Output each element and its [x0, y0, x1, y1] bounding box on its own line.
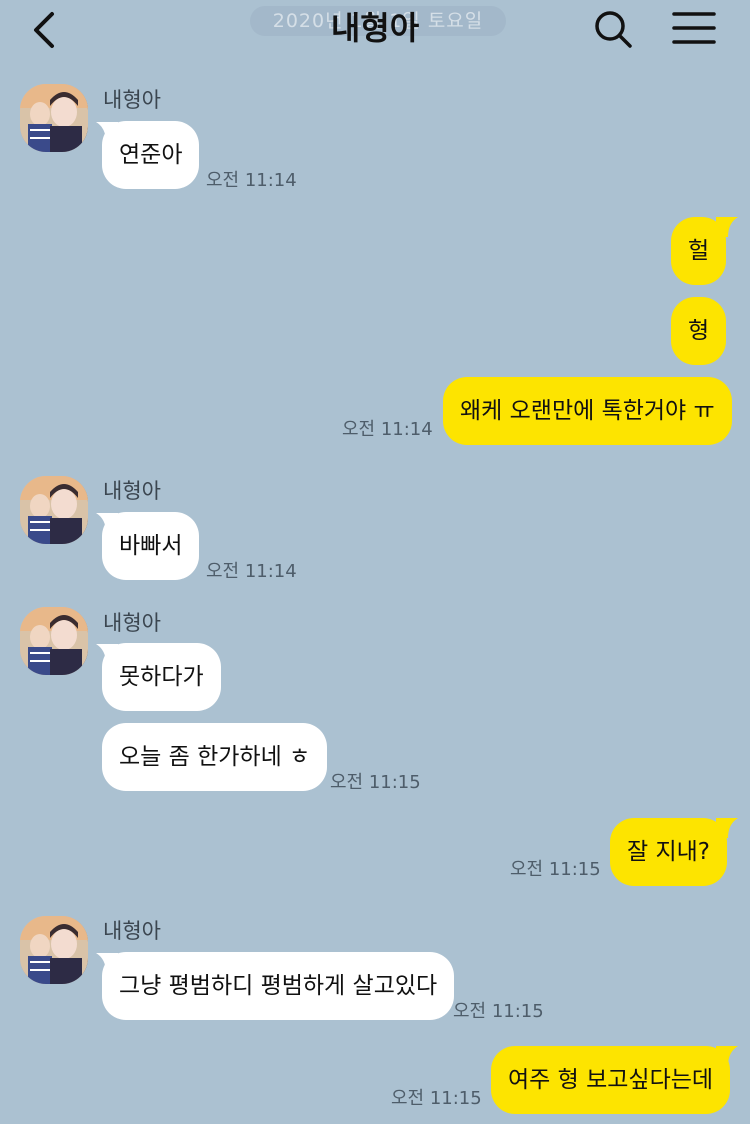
message-bubble-outgoing[interactable]: 형	[671, 297, 727, 365]
back-button[interactable]	[24, 6, 68, 54]
message-bubble-outgoing[interactable]: 잘 지내?	[610, 818, 727, 886]
message-time: 오전 11:15	[391, 1088, 482, 1109]
message-bubble-incoming[interactable]: 바빠서	[102, 512, 200, 580]
search-button[interactable]	[590, 6, 638, 54]
message-bubble-incoming[interactable]: 연준아	[102, 121, 200, 189]
sender-name: 내형아	[103, 611, 161, 635]
avatar[interactable]	[20, 916, 88, 984]
message-time: 오전 11:14	[206, 170, 297, 191]
message-bubble-incoming[interactable]: 오늘 좀 한가하네 ㅎ	[102, 723, 328, 791]
sender-name: 내형아	[103, 88, 161, 112]
bubble-tail	[716, 1046, 738, 1066]
message-time: 오전 11:15	[510, 859, 601, 880]
chat-header: 2020년 1월 1일 토요일 내형아	[0, 0, 750, 72]
avatar[interactable]	[20, 607, 88, 675]
message-time: 오전 11:14	[342, 419, 433, 440]
message-bubble-incoming[interactable]: 못하다가	[102, 643, 221, 711]
sender-name: 내형아	[103, 479, 161, 503]
menu-button[interactable]	[668, 6, 720, 54]
message-time: 오전 11:15	[330, 772, 421, 793]
bubble-tail	[716, 217, 738, 237]
message-bubble-outgoing[interactable]: 여주 형 보고싶다는데	[491, 1046, 731, 1114]
message-time: 오전 11:14	[206, 561, 297, 582]
search-icon	[595, 11, 632, 48]
bubble-tail	[716, 818, 738, 838]
message-time: 오전 11:15	[453, 1001, 544, 1022]
hamburger-menu-icon	[672, 12, 716, 44]
chevron-left-icon	[34, 12, 54, 48]
sender-name: 내형아	[103, 919, 161, 943]
message-bubble-incoming[interactable]: 그냥 평범하디 평범하게 살고있다	[102, 952, 455, 1020]
avatar[interactable]	[20, 476, 88, 544]
message-bubble-outgoing[interactable]: 왜케 오랜만에 톡한거야 ㅠ	[443, 377, 732, 445]
avatar[interactable]	[20, 84, 88, 152]
